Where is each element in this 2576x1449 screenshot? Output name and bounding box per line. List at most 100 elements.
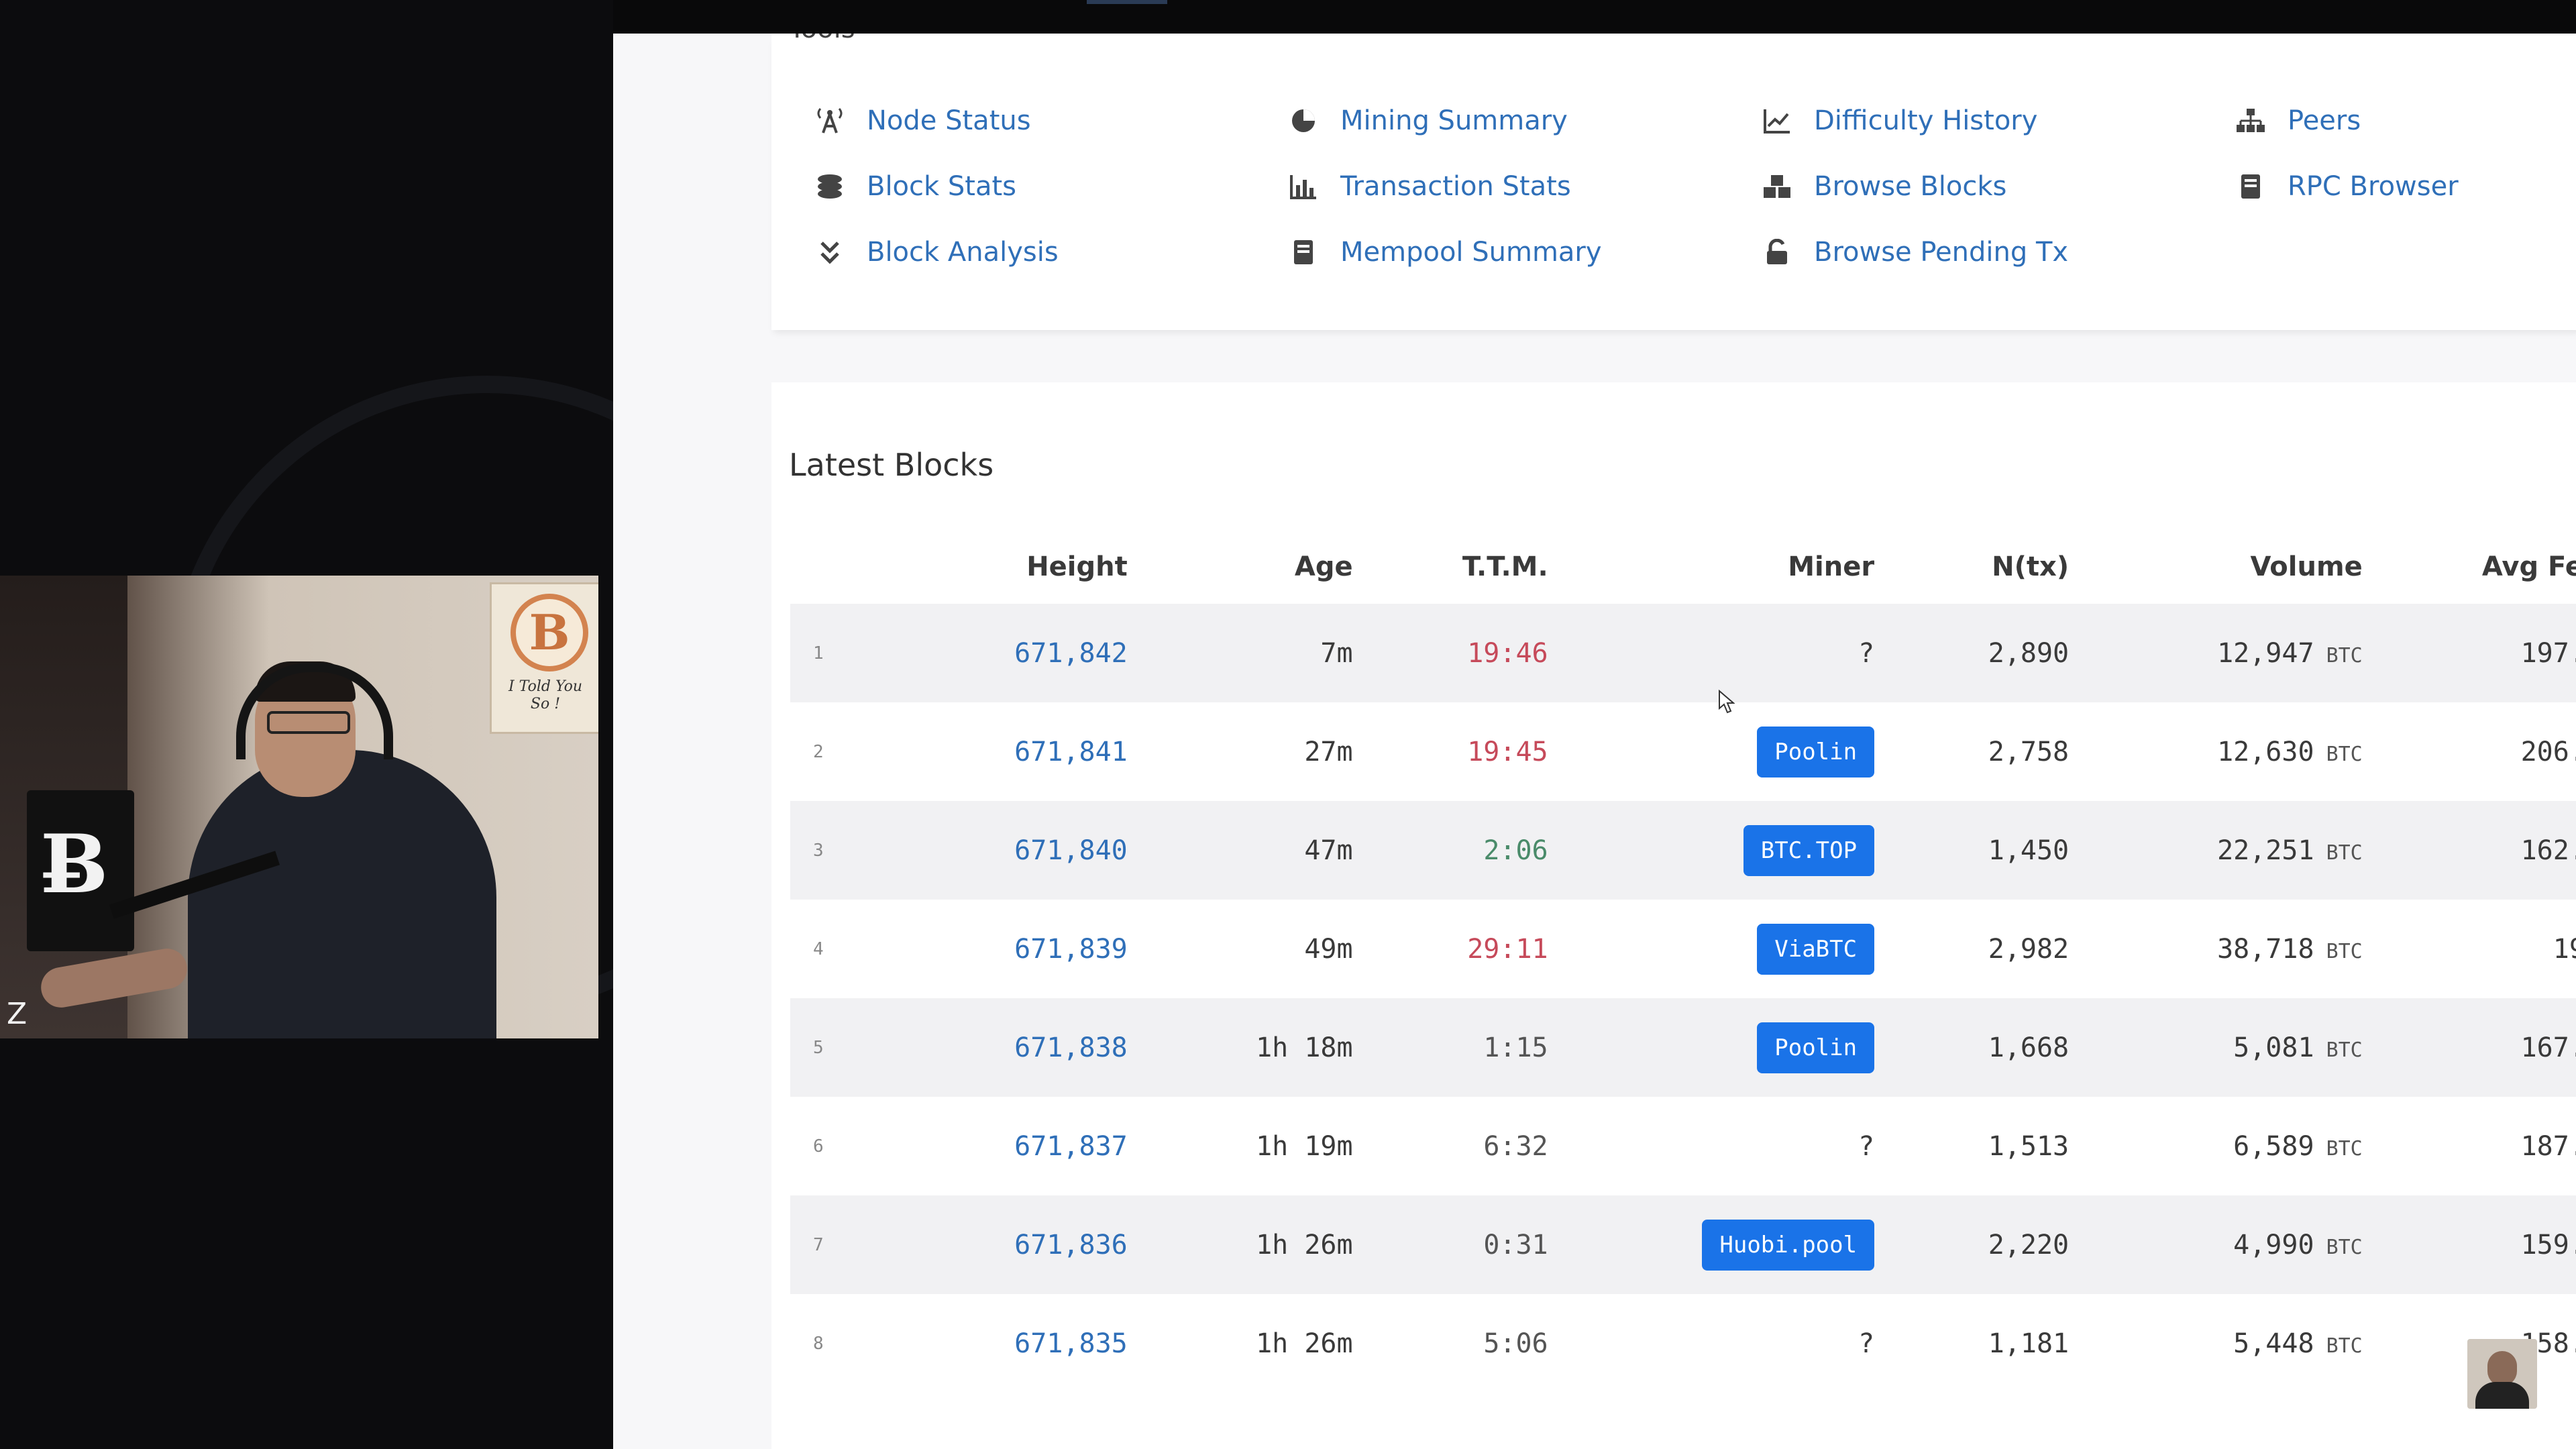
tool-node-status[interactable]: Node Status [813, 101, 1031, 141]
block-volume: 12,947 [2217, 637, 2314, 669]
book-icon [2234, 170, 2267, 203]
block-volume: 4,990 [2233, 1229, 2314, 1260]
latest-blocks-card: Latest Blocks Height Age T.T.M. Miner N(… [771, 382, 2576, 1449]
block-ntx: 1,513 [1988, 1130, 2070, 1162]
column-header-ttm[interactable]: T.T.M. [1353, 530, 1548, 604]
double-chevron-down-icon [813, 235, 847, 269]
block-volume-cell: 6,589 BTC [2069, 1097, 2363, 1195]
tool-label: Mempool Summary [1340, 237, 1602, 268]
miner-badge[interactable]: ViaBTC [1757, 923, 1875, 975]
miner-badge[interactable]: Huobi.pool [1702, 1219, 1875, 1271]
table-row: 5 671,838 1h 18m 1:15 Poolin 1,668 5,081 BTC 167… [790, 998, 2576, 1097]
block-volume: 38,718 [2217, 933, 2314, 965]
volume-unit: BTC [2326, 742, 2363, 766]
latest-blocks-body: 1671,8427m19:46?2,89012,947BTC197.52671,… [790, 604, 2576, 1393]
tool-transaction-stats[interactable]: Transaction Stats [1287, 166, 1571, 207]
block-miner-cell: Poolin [1548, 702, 1875, 801]
tool-browse-blocks[interactable]: Browse Blocks [1760, 166, 2006, 207]
block-ttm-cell: 19:45 [1353, 702, 1548, 801]
block-height-link[interactable]: 671,841 [1014, 737, 1128, 767]
tool-difficulty-history[interactable]: Difficulty History [1760, 101, 2037, 141]
volume-unit: BTC [2326, 643, 2363, 667]
block-ntx: 2,890 [1874, 604, 2070, 702]
block-ttm-cell: 5:06 [1353, 1294, 1548, 1393]
block-height-link[interactable]: 671,837 [1014, 1131, 1128, 1162]
volume-unit: BTC [2326, 1136, 2363, 1161]
block-height-link[interactable]: 671,836 [1014, 1230, 1128, 1260]
miner-badge[interactable]: Poolin [1757, 726, 1875, 777]
block-height-link[interactable]: 671,840 [1014, 835, 1128, 866]
row-index: 2 [813, 741, 824, 762]
block-ntx: 1,181 [1988, 1328, 2070, 1359]
line-chart-icon [1760, 104, 1794, 138]
table-row: 1 671,8427m 19:46?2,890 12,947 BTC197.5 [790, 604, 2576, 702]
block-volume: 5,448 [2233, 1328, 2314, 1359]
column-header-avg-fee[interactable]: Avg Fee [2363, 530, 2576, 604]
bitcoin-coin-icon: B [511, 594, 588, 672]
volume-unit: BTC [2326, 1038, 2363, 1062]
cubes-icon [1760, 170, 1794, 203]
block-ntx: 1,450 [1874, 801, 2070, 900]
column-header-ntx[interactable]: N(tx) [1874, 530, 2069, 604]
tool-block-analysis[interactable]: Block Analysis [813, 232, 1059, 272]
poster-text: I Told You So ! [508, 678, 583, 712]
block-volume-cell: 38,718 BTC [2069, 900, 2363, 998]
table-row: 8671,8351h 26m5:06?1,1815,448BTC158.2 [790, 1294, 2576, 1393]
tool-rpc-browser[interactable]: RPC Browser [2234, 166, 2459, 207]
unlock-icon [1760, 235, 1794, 269]
column-header-volume[interactable]: Volume [2069, 530, 2363, 604]
block-age: 1h 18m [1127, 998, 1353, 1097]
tool-mining-summary[interactable]: Mining Summary [1287, 101, 1568, 141]
row-index: 3 [790, 801, 855, 900]
bar-chart-icon [1287, 170, 1320, 203]
block-volume-cell: 12,947 BTC [2069, 604, 2363, 702]
block-height-link[interactable]: 671,839 [1014, 934, 1128, 965]
block-ttm: 6:32 [1483, 1130, 1548, 1162]
block-ttm: 1:15 [1483, 1032, 1548, 1063]
volume-unit: BTC [2326, 1334, 2363, 1358]
tool-mempool-summary[interactable]: Mempool Summary [1287, 232, 1602, 272]
block-miner-cell: BTC.TOP [1548, 801, 1875, 900]
miner-badge[interactable]: BTC.TOP [1743, 824, 1875, 876]
miner-badge[interactable]: Poolin [1757, 1022, 1875, 1073]
block-ttm-cell: 6:32 [1353, 1097, 1548, 1195]
block-age: 49m [1304, 933, 1353, 965]
block-height-link[interactable]: 671,842 [1014, 638, 1128, 669]
column-header-age[interactable]: Age [1128, 530, 1353, 604]
tool-browse-pending-tx[interactable]: Browse Pending Tx [1760, 232, 2068, 272]
block-height-link[interactable]: 671,835 [1014, 1328, 1128, 1359]
webcam-poster: B I Told You So ! [490, 582, 598, 734]
tools-card: Tools Node Status Block Stats Block Anal… [771, 34, 2576, 330]
pip-head [2487, 1351, 2517, 1386]
block-age: 1h 19m [1256, 1130, 1353, 1162]
block-ntx: 1,668 [1874, 998, 2070, 1097]
block-miner-cell: Huobi.pool [1548, 1195, 1875, 1294]
block-age: 7m [1127, 604, 1353, 702]
table-header-row: Height Age T.T.M. Miner N(tx) Volume Avg… [790, 530, 2576, 604]
block-volume-cell: 22,251 BTC [2069, 801, 2363, 900]
block-age: 1h 26m [1256, 1328, 1353, 1359]
volume-unit: BTC [2326, 939, 2363, 963]
bitcoin-logo-icon: Ƀ [40, 817, 109, 912]
tool-block-stats[interactable]: Block Stats [813, 166, 1016, 207]
glasses-icon [267, 711, 350, 734]
pie-chart-icon [1287, 104, 1320, 138]
block-miner-cell: ViaBTC [1548, 900, 1875, 998]
sitemap-icon [2234, 104, 2267, 138]
block-height-link[interactable]: 671,838 [1014, 1032, 1128, 1063]
picture-in-picture-thumbnail [2467, 1339, 2537, 1409]
block-age: 47m [1127, 801, 1353, 900]
row-index: 6 [813, 1136, 824, 1157]
tool-label: Block Analysis [867, 237, 1059, 268]
block-avg-fee: 206.8 [2520, 736, 2576, 767]
block-miner-cell: ? [1548, 1294, 1874, 1393]
column-header-height[interactable]: Height [855, 530, 1128, 604]
tool-peers[interactable]: Peers [2234, 101, 2361, 141]
block-height-cell: 671,841 [855, 702, 1128, 801]
table-row: 6 671,837 1h 19m 6:32? 1,513 6,589 BTC 187.2 [790, 1097, 2576, 1195]
block-volume-cell: 5,081 BTC [2069, 998, 2363, 1097]
pip-body [2475, 1382, 2529, 1409]
block-avg-fee: 197.5 [2362, 604, 2576, 702]
block-ttm-cell: 0:31 [1352, 1195, 1548, 1294]
column-header-miner[interactable]: Miner [1548, 530, 1874, 604]
